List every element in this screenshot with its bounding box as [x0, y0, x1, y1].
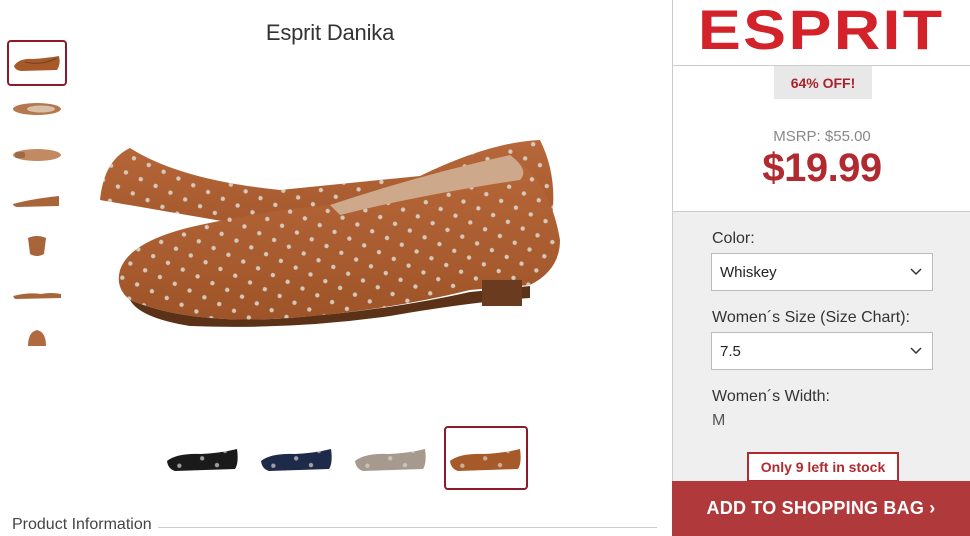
size-select[interactable]: 7.5 [711, 332, 933, 370]
swatch-grey[interactable] [350, 427, 432, 489]
thumbnail-sole-view[interactable] [7, 132, 67, 178]
color-select[interactable]: Whiskey [711, 253, 933, 291]
stock-badge: Only 9 left in stock [747, 452, 899, 482]
sale-price: $19.99 [762, 146, 882, 190]
thumbnail-side-view-2[interactable] [7, 178, 67, 224]
color-select-value: Whiskey [720, 263, 777, 281]
size-select-value: 7.5 [720, 342, 741, 360]
width-value: M [712, 412, 726, 429]
width-label: Women´s Width: [712, 388, 830, 405]
swatch-navy[interactable] [256, 427, 338, 489]
chevron-down-icon [910, 347, 922, 355]
price-box: 64% OFF! MSRP: $55.00 $19.99 [673, 66, 970, 212]
thumbnail-profile-view[interactable] [7, 270, 67, 316]
chevron-down-icon [910, 268, 922, 276]
divider [157, 526, 657, 528]
size-label: Women´s Size (Size Chart): [712, 309, 910, 326]
thumbnail-side-view[interactable] [7, 40, 67, 86]
discount-badge: 64% OFF! [774, 66, 872, 99]
brand-logo[interactable]: ESPRIT [698, 1, 944, 58]
main-product-image [100, 140, 560, 327]
product-information-label: Product Information [12, 516, 152, 533]
color-label: Color: [712, 230, 755, 247]
swatch-whiskey[interactable] [444, 426, 528, 490]
product-gallery: Esprit Danika Product Information [0, 0, 672, 536]
thumbnail-front-view[interactable] [7, 316, 67, 362]
thumbnail-heel-view[interactable] [7, 224, 67, 270]
thumbnail-top-view[interactable] [7, 86, 67, 132]
purchase-panel: ESPRIT 64% OFF! MSRP: $55.00 $19.99 Colo… [672, 0, 970, 536]
add-to-bag-button[interactable]: ADD TO SHOPPING BAG › [672, 481, 970, 536]
color-swatches [162, 426, 528, 490]
swatch-black[interactable] [162, 427, 244, 489]
product-title: Esprit Danika [265, 20, 395, 45]
msrp-price: MSRP: $55.00 [773, 128, 871, 145]
thumbnail-list [7, 40, 69, 362]
product-information-heading: Product Information [12, 516, 657, 534]
brand-logo-box: ESPRIT [673, 0, 970, 66]
